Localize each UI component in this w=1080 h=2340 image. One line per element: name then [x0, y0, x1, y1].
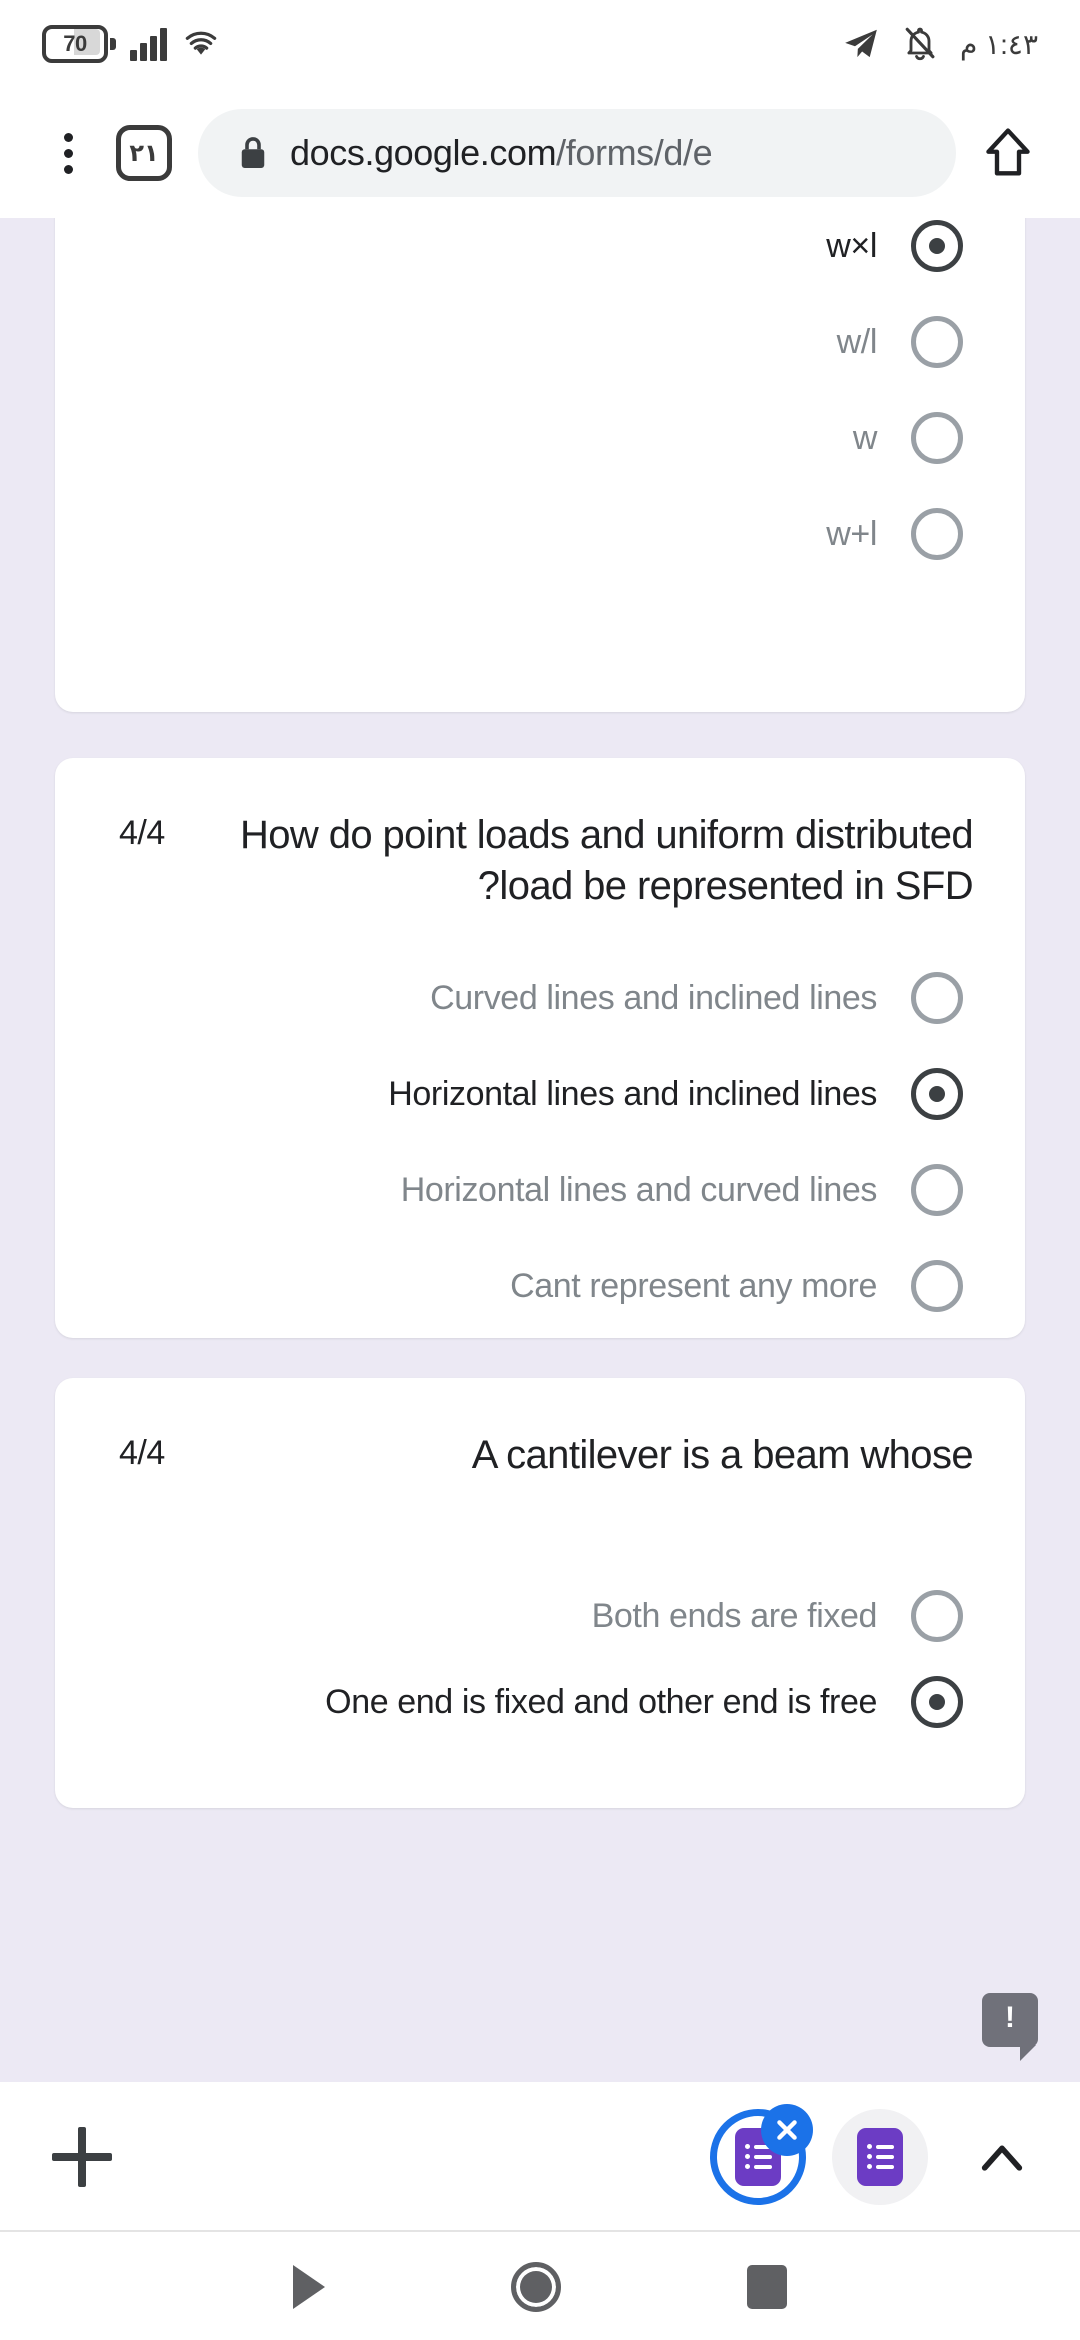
- home-icon[interactable]: [982, 126, 1034, 180]
- question-title: A cantilever is a beam whose: [471, 1433, 974, 1477]
- battery-level-text: 70: [63, 31, 87, 56]
- tab-strip: [710, 2103, 928, 2205]
- option-row[interactable]: Horizontal lines and inclined lines: [55, 1046, 973, 1142]
- option-label: Cant represent any more: [510, 1266, 877, 1305]
- signal-icon: [130, 27, 167, 61]
- question-title: How do point loads and uniform distribut…: [239, 813, 974, 909]
- option-row[interactable]: w/l: [55, 294, 973, 390]
- overflow-menu-icon[interactable]: [46, 124, 90, 182]
- radio-button[interactable]: [911, 508, 963, 560]
- battery-icon: 70: [42, 25, 116, 63]
- status-bar-right: ١:٤٣ م: [842, 24, 1038, 64]
- option-list: Curved lines and inclined lines Horizont…: [55, 912, 1025, 1334]
- home-circle-icon[interactable]: [511, 2262, 561, 2312]
- warning-tooltip-badge[interactable]: !: [982, 1993, 1038, 2061]
- url-path: /forms/d/e: [556, 132, 713, 173]
- option-row[interactable]: w×l: [55, 218, 973, 294]
- bell-muted-icon: [905, 27, 935, 61]
- radio-button[interactable]: [911, 972, 963, 1025]
- radio-button[interactable]: [911, 220, 963, 272]
- option-label: Horizontal lines and inclined lines: [388, 1074, 877, 1113]
- tab-item[interactable]: [832, 2108, 928, 2205]
- option-label: One end is fixed and other end is free: [325, 1682, 877, 1721]
- option-row[interactable]: w: [55, 390, 973, 486]
- close-icon: [777, 2119, 797, 2140]
- close-tab-button[interactable]: [761, 2103, 813, 2156]
- status-bar: 70 ١:٤٣ م: [0, 0, 1080, 88]
- url-bar[interactable]: docs.google.com/forms/d/e: [198, 109, 956, 197]
- google-forms-icon: [857, 2127, 903, 2186]
- android-nav-bar: [0, 2234, 1080, 2340]
- question-card: w×l w/l w w+l: [55, 218, 1025, 712]
- question-card: 4/4 How do point loads and uniform distr…: [55, 758, 1025, 1338]
- option-label: Horizontal lines and curved lines: [400, 1170, 878, 1209]
- bottom-tab-bar: [0, 2082, 1080, 2232]
- new-tab-button[interactable]: [52, 2126, 112, 2187]
- url-text: docs.google.com/forms/d/e: [290, 132, 712, 174]
- question-header: 4/4 A cantilever is a beam whose: [55, 1378, 1025, 1481]
- warning-badge-label: !: [1005, 2001, 1015, 2034]
- back-triangle-icon[interactable]: [293, 2265, 325, 2309]
- url-host: docs.google.com: [290, 132, 557, 173]
- question-card: 4/4 A cantilever is a beam whose Both en…: [55, 1378, 1025, 1808]
- browser-toolbar: ٢١ docs.google.com/forms/d/e: [0, 88, 1080, 218]
- radio-button[interactable]: [911, 1164, 963, 1217]
- status-bar-left: 70: [42, 25, 221, 63]
- option-row[interactable]: Curved lines and inclined lines: [55, 950, 973, 1046]
- option-row[interactable]: w+l: [55, 486, 973, 582]
- option-label: w/l: [836, 322, 878, 361]
- phone-screen: 70 ١:٤٣ م ٢١ docs.google.com/forms/d/e w…: [0, 0, 1080, 2340]
- tab-count-label: ٢١: [129, 139, 159, 167]
- lock-icon: [241, 137, 265, 168]
- radio-button[interactable]: [911, 1590, 963, 1643]
- form-content-scroll[interactable]: w×l w/l w w+l 4/4 How do point loads and…: [0, 218, 1080, 2082]
- radio-button[interactable]: [911, 316, 963, 368]
- status-bar-clock: ١:٤٣ م: [959, 28, 1038, 60]
- option-row[interactable]: Both ends are fixed: [55, 1573, 973, 1659]
- radio-button[interactable]: [911, 1676, 963, 1729]
- radio-button[interactable]: [911, 412, 963, 464]
- option-label: Curved lines and inclined lines: [430, 978, 877, 1017]
- wifi-icon: [185, 31, 217, 55]
- option-row[interactable]: Cant represent any more: [55, 1238, 973, 1334]
- radio-button[interactable]: [911, 1260, 963, 1313]
- option-label: w: [852, 418, 878, 457]
- question-header: 4/4 How do point loads and uniform distr…: [55, 758, 1025, 912]
- telegram-icon: [845, 29, 877, 58]
- recents-square-icon[interactable]: [747, 2265, 787, 2309]
- option-label: Both ends are fixed: [591, 1596, 878, 1635]
- chevron-up-icon[interactable]: [976, 2131, 1028, 2183]
- option-list: w×l w/l w w+l: [55, 218, 1025, 582]
- radio-button[interactable]: [911, 1068, 963, 1121]
- option-row[interactable]: Horizontal lines and curved lines: [55, 1142, 973, 1238]
- question-score: 4/4: [119, 814, 165, 852]
- tab-item-active[interactable]: [710, 2103, 813, 2205]
- option-list: Both ends are fixed One end is fixed and…: [55, 1481, 1025, 1745]
- question-score: 4/4: [119, 1434, 165, 1472]
- option-row[interactable]: One end is fixed and other end is free: [55, 1659, 973, 1745]
- option-label: w×l: [826, 226, 877, 265]
- tab-count-button[interactable]: ٢١: [116, 125, 172, 181]
- option-label: w+l: [826, 514, 877, 553]
